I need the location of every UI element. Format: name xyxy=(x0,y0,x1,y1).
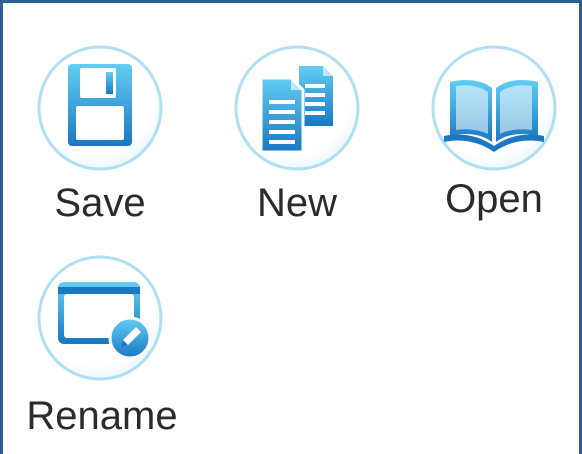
rename-label: Rename xyxy=(26,394,178,438)
rename-button[interactable]: Rename xyxy=(10,254,190,436)
save-button[interactable]: Save xyxy=(10,44,190,224)
new-label: New xyxy=(256,181,338,225)
floppy-disk-icon xyxy=(68,64,132,146)
open-button[interactable]: Open xyxy=(404,44,582,224)
save-badge xyxy=(36,44,164,172)
new-button[interactable]: New xyxy=(207,44,387,224)
new-badge xyxy=(233,44,361,172)
save-label: Save xyxy=(54,181,146,225)
open-badge xyxy=(430,44,558,172)
open-label: Open xyxy=(445,177,543,221)
rename-badge xyxy=(36,254,164,382)
